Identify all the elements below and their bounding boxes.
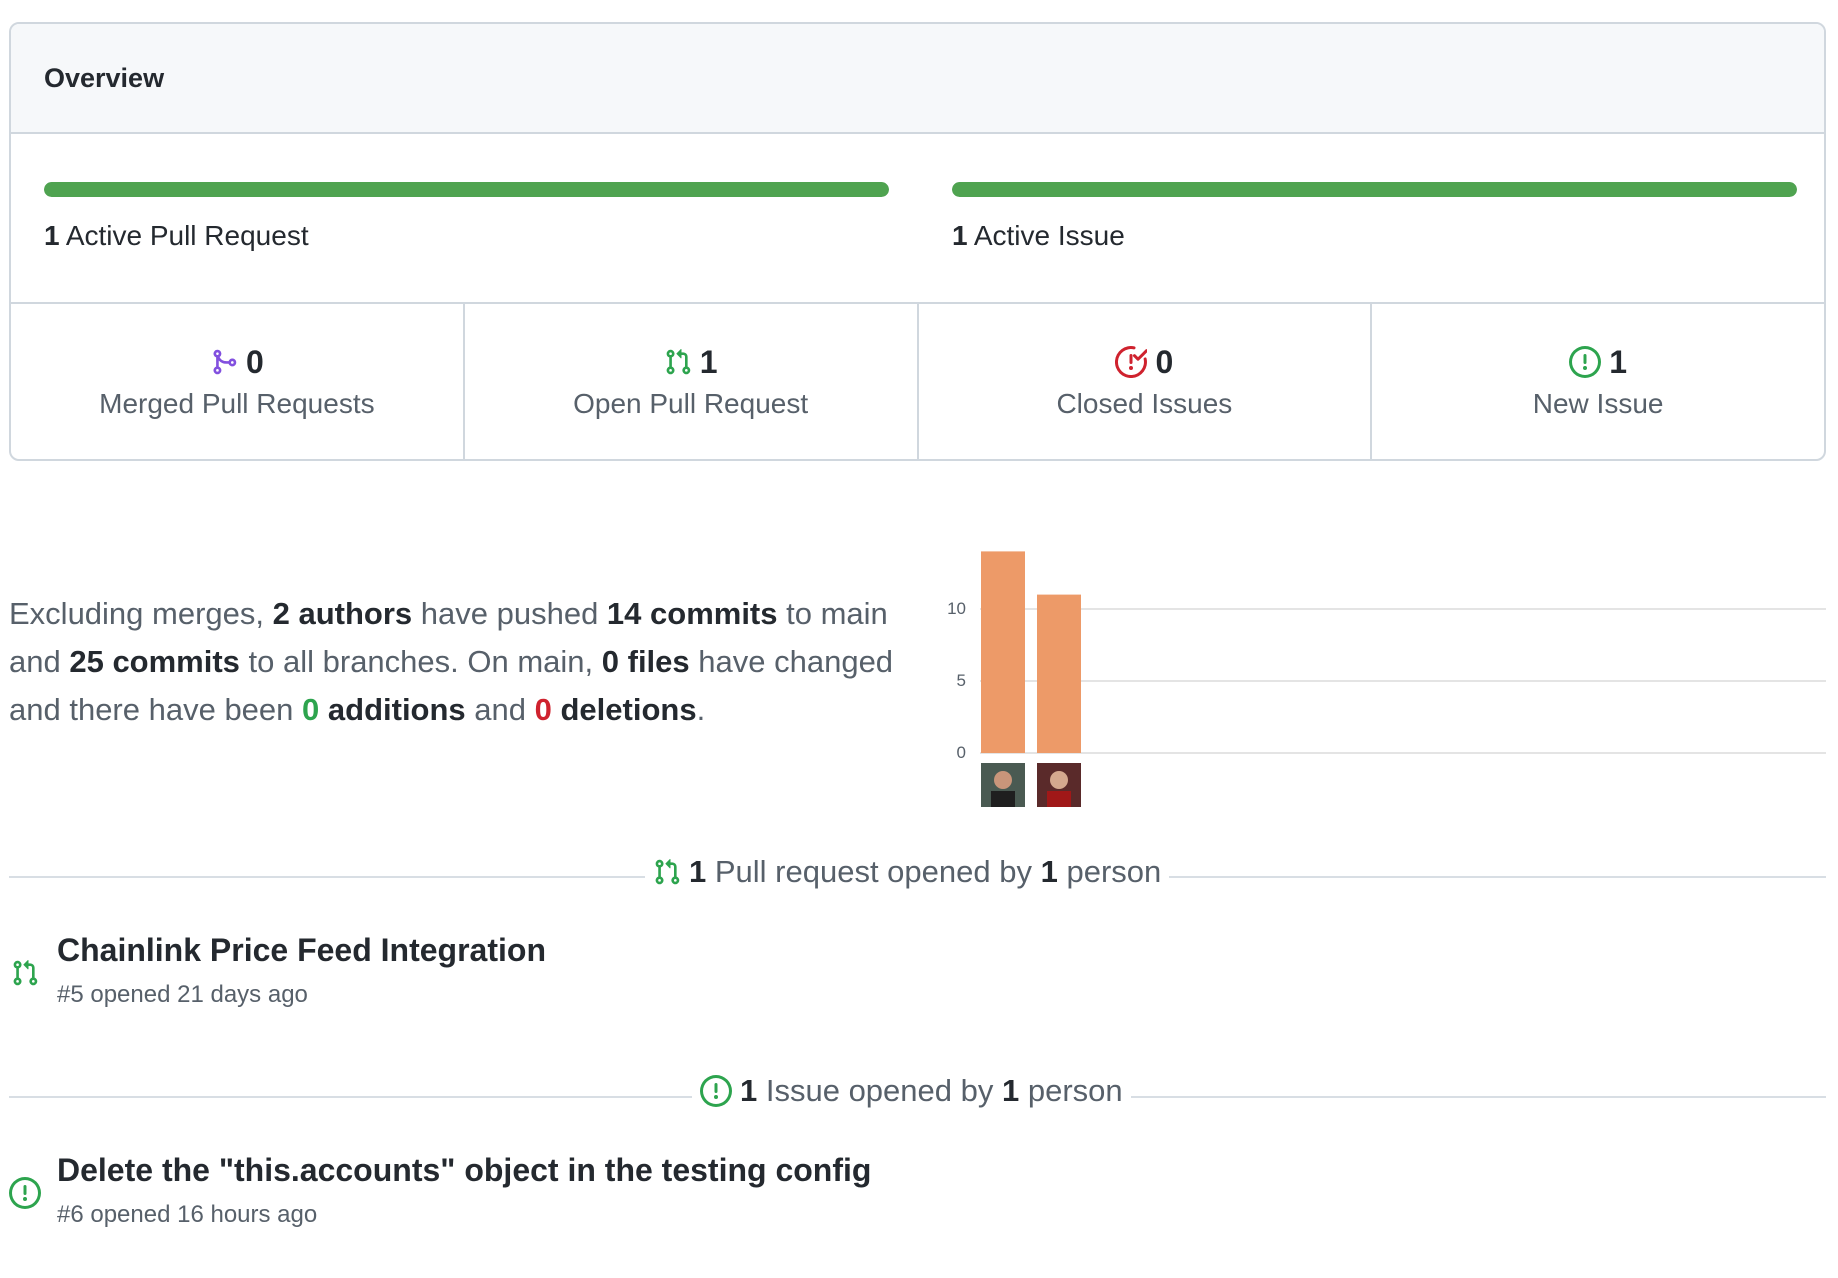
summary-text: Excluding merges, — [9, 596, 273, 631]
active-pull-request-count: 1 — [44, 220, 60, 251]
commits-by-author-chart: 0 5 10 — [930, 540, 1826, 820]
new-issue-count: 1 — [1609, 343, 1628, 380]
pull-request-section-count: 1 — [689, 854, 707, 889]
pull-request-section-heading: 1 Pull request opened by 1 person — [645, 854, 1170, 890]
open-pull-request-label: Open Pull Request — [573, 388, 809, 419]
issue-opened-icon — [1569, 346, 1602, 378]
pull-request-meta: #5 opened 21 days ago — [57, 981, 308, 1008]
additions-label: additions — [319, 692, 466, 727]
pull-request-section-text: Pull request opened by — [706, 854, 1041, 889]
activity-progress-row: 1 Active Pull Request 1 Active Issue — [11, 134, 1824, 304]
active-pull-request-text: Active Pull Request — [65, 220, 309, 251]
stat-merged-pull-requests[interactable]: 0 Merged Pull Requests — [11, 304, 465, 459]
commit-summary: Excluding merges, 2 authors have pushed … — [9, 590, 909, 734]
git-pull-request-icon — [664, 347, 692, 377]
author-avatar[interactable] — [1037, 763, 1081, 807]
pull-request-progress-bar — [44, 182, 889, 197]
issue-closed-icon — [1115, 346, 1148, 378]
new-issue-label: New Issue — [1532, 388, 1664, 419]
merged-pull-requests-count: 0 — [245, 343, 264, 380]
issue-opened-icon — [9, 1152, 41, 1229]
stat-closed-issues[interactable]: 0 Closed Issues — [919, 304, 1373, 459]
issue-section-text: Issue opened by — [757, 1073, 1002, 1108]
chart-y-tick-label: 5 — [957, 671, 966, 690]
active-issue-text: Active Issue — [973, 220, 1125, 251]
author-avatar[interactable] — [981, 763, 1025, 807]
closed-issues-count: 0 — [1155, 343, 1174, 380]
deletions-count: 0 — [534, 692, 552, 727]
issue-section-count: 1 — [740, 1073, 758, 1108]
issue-opened-icon — [700, 1075, 732, 1107]
issue-progress[interactable]: 1 Active Issue — [952, 134, 1797, 304]
overview-panel: Overview 1 Active Pull Request 1 Active … — [9, 22, 1826, 461]
summary-text: to all branches. On main, — [239, 644, 602, 679]
issue-progress-fill — [952, 182, 1797, 197]
issue-section-text-end: person — [1019, 1073, 1123, 1108]
deletions-label: deletions — [551, 692, 697, 727]
additions-count: 0 — [302, 692, 320, 727]
commits-all-count: 25 commits — [69, 644, 240, 679]
issue-section-people: 1 — [1001, 1073, 1020, 1108]
overview-header: Overview — [11, 24, 1824, 134]
chart-y-tick-label: 10 — [947, 599, 966, 618]
chart-bar — [1037, 594, 1081, 753]
active-pull-request-label[interactable]: 1 Active Pull Request — [44, 220, 309, 252]
summary-text: have pushed — [412, 596, 607, 631]
chart-y-tick-label: 0 — [957, 743, 966, 762]
commits-main-count: 14 commits — [606, 596, 778, 631]
closed-issues-label: Closed Issues — [1056, 388, 1233, 419]
pull-request-list-item: Chainlink Price Feed Integration #5 open… — [9, 932, 546, 1009]
pull-request-section-text-end: person — [1057, 854, 1162, 889]
merged-pull-requests-label: Merged Pull Requests — [99, 388, 375, 419]
issue-progress-bar — [952, 182, 1797, 197]
stat-new-issue[interactable]: 1 New Issue — [1372, 304, 1824, 459]
pull-request-section-people: 1 — [1040, 854, 1058, 889]
summary-text: and — [465, 692, 535, 727]
stats-row: 0 Merged Pull Requests 1 Open Pull Reque… — [11, 304, 1824, 459]
git-merge-icon — [210, 347, 238, 377]
issue-meta: #6 opened 16 hours ago — [57, 1201, 318, 1228]
stat-open-pull-request[interactable]: 1 Open Pull Request — [465, 304, 919, 459]
overview-title: Overview — [44, 62, 165, 93]
files-changed-count: 0 files — [601, 644, 690, 679]
summary-text: . — [696, 692, 706, 727]
commits-chart-svg: 0 5 10 — [947, 551, 1826, 807]
pull-request-title-link[interactable]: Chainlink Price Feed Integration — [57, 932, 546, 969]
git-pull-request-icon — [9, 932, 41, 1009]
pull-request-progress[interactable]: 1 Active Pull Request — [44, 134, 889, 304]
chart-bar — [981, 551, 1025, 753]
pull-request-progress-fill — [44, 182, 889, 197]
open-pull-request-count: 1 — [699, 343, 718, 380]
active-issue-label[interactable]: 1 Active Issue — [952, 220, 1125, 252]
issue-section-heading: 1 Issue opened by 1 person — [692, 1073, 1131, 1109]
issue-title-link[interactable]: Delete the "this.accounts" object in the… — [57, 1152, 871, 1189]
active-issue-count: 1 — [952, 220, 968, 251]
authors-count: 2 authors — [272, 596, 413, 631]
git-pull-request-icon — [653, 857, 681, 887]
issue-list-item: Delete the "this.accounts" object in the… — [9, 1152, 871, 1229]
